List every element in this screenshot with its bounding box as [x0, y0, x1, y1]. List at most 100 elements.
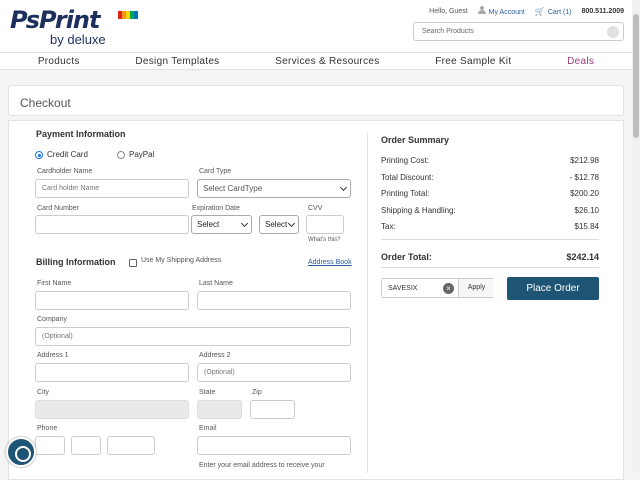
cart-icon: 🛒: [534, 6, 545, 16]
page-header: Checkout: [8, 85, 624, 116]
chevron-down-icon: [240, 219, 249, 228]
main-nav: Products Design Templates Services & Res…: [0, 52, 632, 70]
apply-promo-button[interactable]: Apply: [458, 279, 494, 297]
cardtype-select[interactable]: Select CardType: [197, 179, 351, 198]
exp-month-value: Select: [197, 220, 220, 229]
city-input[interactable]: [35, 400, 189, 419]
order-summary-title: Order Summary: [381, 135, 450, 145]
summary-row-total-discount: Total Discount: - $12.78: [381, 173, 599, 182]
exp-month-select[interactable]: Select: [191, 215, 252, 234]
order-total-value: $242.14: [566, 252, 599, 262]
cardtype-value: Select CardType: [203, 184, 263, 193]
address2-input[interactable]: (Optional): [197, 363, 351, 382]
promo-code-value: SAVESIX: [388, 285, 418, 292]
summary-value: $15.84: [574, 222, 599, 231]
cvv-help-link[interactable]: What's this?: [308, 237, 341, 243]
last-name-input[interactable]: [197, 291, 351, 310]
summary-value: $212.98: [570, 156, 599, 165]
scrollbar[interactable]: [632, 0, 640, 472]
phone-line-input[interactable]: [107, 436, 155, 455]
summary-value: $200.20: [570, 189, 599, 198]
logo-brand: PsPrint: [10, 6, 100, 34]
first-name-label: First Name: [37, 280, 72, 287]
summary-label: Shipping & Handling:: [381, 206, 456, 215]
company-label: Company: [37, 316, 67, 323]
use-shipping-label[interactable]: Use My Shipping Address: [141, 257, 221, 264]
greeting: Hello, Guest: [429, 7, 468, 15]
exp-year-value: Select: [265, 220, 288, 229]
summary-row-tax: Tax: $15.84: [381, 222, 599, 231]
summary-label: Printing Total:: [381, 189, 430, 198]
email-input[interactable]: [197, 436, 351, 455]
summary-separator: [381, 267, 599, 268]
order-total-label: Order Total:: [381, 252, 432, 262]
checkout-content: Payment Information Credit Card PayPal C…: [8, 120, 624, 480]
logo-sub: by deluxe: [50, 32, 106, 47]
promo-code-field[interactable]: SAVESIX × Apply: [381, 278, 494, 298]
user-icon: [477, 6, 486, 14]
credit-card-radio[interactable]: [35, 151, 43, 159]
use-shipping-checkbox[interactable]: [129, 259, 137, 267]
address2-placeholder: (Optional): [204, 369, 235, 376]
search-input[interactable]: Search Products: [413, 22, 624, 41]
paypal-radio[interactable]: [117, 151, 125, 159]
column-divider: [367, 133, 368, 473]
search-placeholder: Search Products: [422, 28, 474, 35]
top-bar: PsPrint by deluxe Hello, Guest My Accoun…: [0, 0, 632, 52]
cardnumber-input[interactable]: [35, 215, 189, 234]
company-input[interactable]: (Optional): [35, 327, 351, 346]
phone-number: 800.511.2009: [581, 7, 624, 15]
cardholder-label: Cardholder Name: [37, 168, 93, 175]
credit-card-label[interactable]: Credit Card: [47, 150, 88, 159]
summary-row-printing-total: Printing Total: $200.20: [381, 189, 599, 198]
address2-label: Address 2: [199, 352, 231, 359]
state-label: State: [199, 389, 216, 396]
email-help-text: Enter your email address to receive your: [199, 462, 325, 469]
nav-free-sample-kit[interactable]: Free Sample Kit: [435, 56, 511, 67]
summary-label: Total Discount:: [381, 173, 434, 182]
zip-input[interactable]: [250, 400, 295, 419]
paypal-label[interactable]: PayPal: [129, 150, 154, 159]
cardholder-input[interactable]: Card holder Name: [35, 179, 189, 198]
company-placeholder: (Optional): [42, 333, 73, 340]
cardnumber-label: Card Number: [37, 205, 80, 212]
nav-design-templates[interactable]: Design Templates: [135, 56, 219, 67]
billing-title: Billing Information: [36, 257, 116, 267]
my-account-link[interactable]: My Account: [489, 9, 525, 16]
phone-prefix-input[interactable]: [71, 436, 101, 455]
phone-area-input[interactable]: [35, 436, 65, 455]
payment-title: Payment Information: [36, 129, 126, 139]
nav-services-resources[interactable]: Services & Resources: [275, 56, 379, 67]
utility-links: Hello, Guest My Account 🛒 Cart (1) 800.51…: [429, 6, 624, 16]
address-book-link[interactable]: Address Book: [308, 259, 352, 266]
first-name-input[interactable]: [35, 291, 189, 310]
psprint-logo[interactable]: PsPrint by deluxe: [10, 6, 138, 47]
chevron-down-icon: [339, 183, 348, 192]
cookie-settings-icon[interactable]: [6, 437, 36, 467]
cart-link[interactable]: Cart (1): [548, 9, 572, 16]
summary-label: Tax:: [381, 222, 396, 231]
cardtype-label: Card Type: [199, 168, 232, 175]
logo-color-stripes: [118, 11, 138, 19]
nav-products[interactable]: Products: [38, 56, 80, 67]
zip-label: Zip: [252, 389, 262, 396]
place-order-button[interactable]: Place Order: [507, 277, 599, 300]
summary-row-printing-cost: Printing Cost: $212.98: [381, 156, 599, 165]
order-total: Order Total: $242.14: [381, 252, 599, 262]
summary-row-shipping: Shipping & Handling: $26.10: [381, 206, 599, 215]
cvv-input[interactable]: [306, 215, 344, 234]
cvv-label: CVV: [308, 205, 323, 212]
page-title: Checkout: [20, 96, 71, 110]
address1-label: Address 1: [37, 352, 69, 359]
clear-icon[interactable]: ×: [443, 283, 454, 294]
address1-input[interactable]: [35, 363, 189, 382]
email-label: Email: [199, 425, 217, 432]
cardholder-placeholder: Card holder Name: [42, 185, 100, 192]
state-input[interactable]: [197, 400, 242, 419]
scrollbar-thumb[interactable]: [633, 14, 639, 138]
nav-deals[interactable]: Deals: [567, 56, 594, 67]
summary-separator: [381, 239, 599, 240]
city-label: City: [37, 389, 50, 396]
exp-year-select[interactable]: Select: [259, 215, 299, 234]
search-icon[interactable]: [607, 26, 619, 38]
